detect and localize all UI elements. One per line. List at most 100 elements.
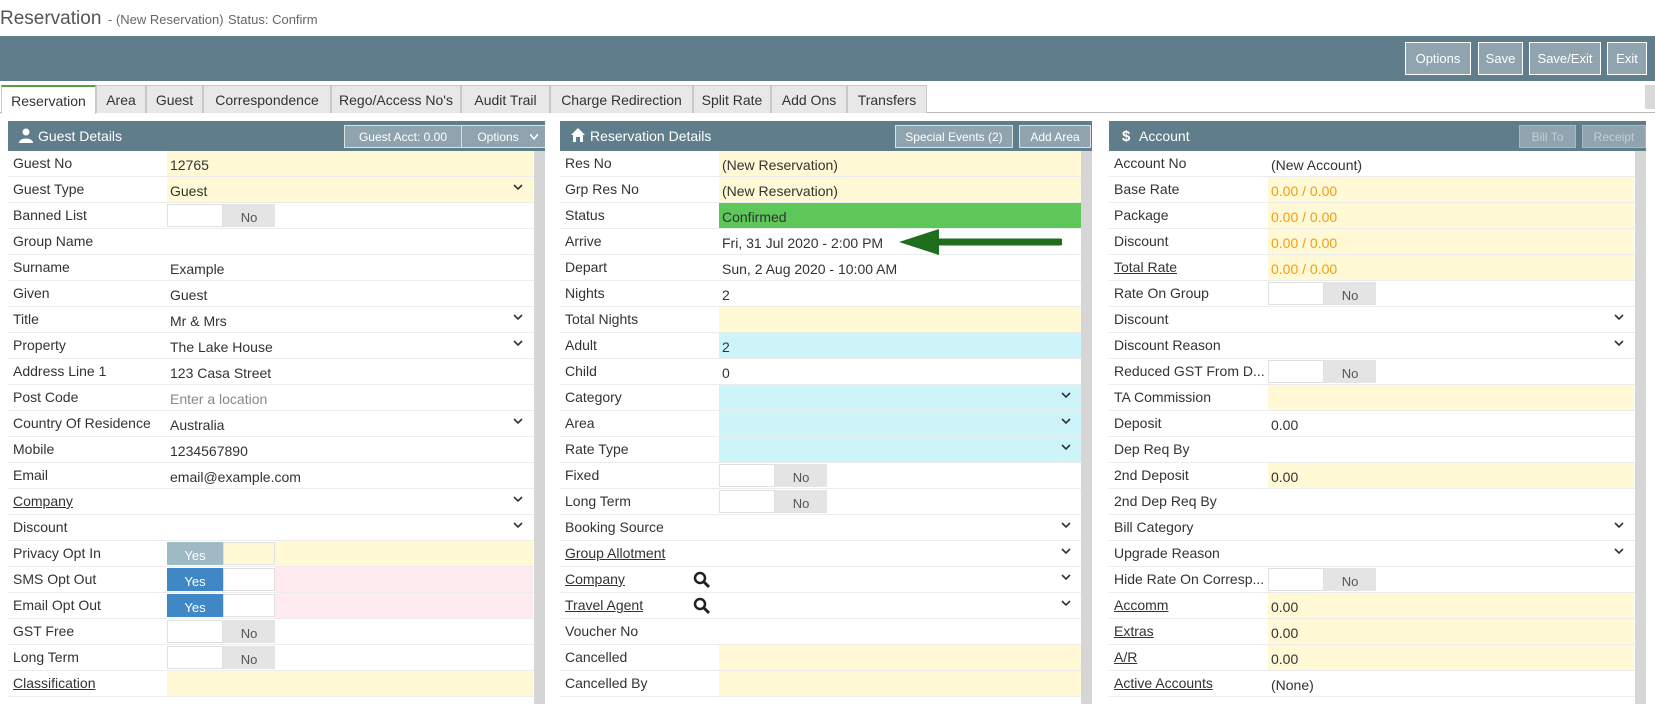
- field-label[interactable]: Accomm: [1114, 597, 1264, 613]
- save-button[interactable]: Save: [1478, 42, 1523, 75]
- field-value-depart[interactable]: Sun, 2 Aug 2020 - 10:00 AM: [719, 255, 1081, 280]
- field-value-dep-req-by[interactable]: [1268, 437, 1634, 462]
- field-value-group-allotment[interactable]: [719, 541, 1081, 566]
- toggle-switch[interactable]: No: [1268, 282, 1376, 306]
- field-value-discount-reason[interactable]: [1268, 333, 1634, 358]
- field-value-cancelled[interactable]: [719, 645, 1081, 670]
- field-value-travel-agent[interactable]: [719, 593, 1081, 618]
- tab-add-ons[interactable]: Add Ons: [771, 85, 847, 113]
- field-value-nights[interactable]: 2: [719, 281, 1081, 306]
- tab-split-rate[interactable]: Split Rate: [693, 85, 771, 113]
- toggle-switch[interactable]: No: [719, 490, 827, 514]
- tab-transfers[interactable]: Transfers: [847, 85, 927, 113]
- account-scrollbar[interactable]: [1635, 151, 1646, 704]
- field-value-total-nights[interactable]: [719, 307, 1081, 332]
- field-value-package[interactable]: 0.00 / 0.00: [1268, 203, 1634, 228]
- toggle-switch[interactable]: No: [1268, 360, 1376, 384]
- field-value-extras[interactable]: 0.00: [1268, 619, 1634, 644]
- field-value-category[interactable]: [719, 385, 1081, 410]
- toggle-switch[interactable]: No: [719, 464, 827, 488]
- field-value-ta-commission[interactable]: [1268, 385, 1634, 410]
- search-icon[interactable]: [693, 571, 711, 589]
- field-value-guest-type[interactable]: Guest: [167, 177, 533, 202]
- tab-reservation[interactable]: Reservation: [1, 85, 96, 114]
- field-value-grp-res-no[interactable]: (New Reservation): [719, 177, 1081, 202]
- field-label[interactable]: Active Accounts: [1114, 675, 1264, 691]
- tab-guest[interactable]: Guest: [146, 85, 203, 113]
- toggle-switch[interactable]: No: [167, 646, 275, 670]
- field-value-post-code[interactable]: Enter a location: [167, 385, 533, 410]
- field-value-a-r[interactable]: 0.00: [1268, 645, 1634, 670]
- field-value-2nd-deposit[interactable]: 0.00: [1268, 463, 1634, 488]
- field-label[interactable]: Classification: [13, 675, 163, 691]
- field-value-group-name[interactable]: [167, 229, 533, 254]
- toggle-switch[interactable]: Yes: [167, 542, 275, 566]
- field-value-account-no[interactable]: (New Account): [1268, 151, 1634, 176]
- field-value-discount[interactable]: [1268, 307, 1634, 332]
- toggle-switch[interactable]: Yes: [167, 568, 275, 592]
- field-value-country-of-residence[interactable]: Australia: [167, 411, 533, 436]
- field-value-upgrade-reason[interactable]: [1268, 541, 1634, 566]
- field-value-base-rate[interactable]: 0.00 / 0.00: [1268, 177, 1634, 202]
- tab-charge-redirection[interactable]: Charge Redirection: [550, 85, 693, 113]
- tab-correspondence[interactable]: Correspondence: [203, 85, 331, 113]
- field-value-bill-category[interactable]: [1268, 515, 1634, 540]
- toggle-switch[interactable]: No: [1268, 568, 1376, 592]
- toggle-switch[interactable]: No: [167, 620, 275, 644]
- field-label[interactable]: Company: [13, 493, 163, 509]
- field-label: Surname: [13, 259, 70, 275]
- toggle-switch[interactable]: No: [167, 204, 275, 228]
- field-value-property[interactable]: The Lake House: [167, 333, 533, 358]
- field-row-2nd-deposit: 2nd Deposit 0.00: [1109, 463, 1646, 489]
- field-value-accomm[interactable]: 0.00: [1268, 593, 1634, 618]
- field-value-company[interactable]: [719, 567, 1081, 592]
- field-value-2nd-dep-req-by[interactable]: [1268, 489, 1634, 514]
- search-icon[interactable]: [693, 597, 711, 615]
- field-value-discount[interactable]: 0.00 / 0.00: [1268, 229, 1634, 254]
- field-value-given[interactable]: Guest: [167, 281, 533, 306]
- field-label[interactable]: Extras: [1114, 623, 1264, 639]
- field-label[interactable]: Total Rate: [1114, 259, 1264, 275]
- field-value-address-line-1[interactable]: 123 Casa Street: [167, 359, 533, 384]
- field-value-company[interactable]: [167, 489, 533, 514]
- field-value-booking-source[interactable]: [719, 515, 1081, 540]
- field-value-adult[interactable]: 2: [719, 333, 1081, 358]
- field-row-email-opt-out: Email Opt Out Yes: [8, 593, 545, 619]
- exit-button[interactable]: Exit: [1607, 42, 1647, 75]
- field-row-total-nights: Total Nights: [560, 307, 1092, 333]
- field-value-area[interactable]: [719, 411, 1081, 436]
- field-value-classification[interactable]: [167, 671, 533, 696]
- field-value-cancelled-by[interactable]: [719, 671, 1081, 696]
- field-value-status[interactable]: Confirmed: [719, 203, 1081, 228]
- field-value-discount[interactable]: [167, 515, 533, 540]
- field-value-child[interactable]: 0: [719, 359, 1081, 384]
- toggle-switch[interactable]: Yes: [167, 594, 275, 618]
- add-area-button[interactable]: Add Area: [1019, 125, 1091, 148]
- field-value-total-rate[interactable]: 0.00 / 0.00: [1268, 255, 1634, 280]
- guest-options-button[interactable]: Options: [461, 125, 545, 148]
- tab-area[interactable]: Area: [96, 85, 146, 113]
- receipt-button[interactable]: Receipt: [1582, 125, 1646, 148]
- field-value-guest-no[interactable]: 12765: [167, 151, 533, 176]
- field-value-res-no[interactable]: (New Reservation): [719, 151, 1081, 176]
- special-events-button[interactable]: Special Events (2): [895, 125, 1013, 148]
- save-exit-button[interactable]: Save/Exit: [1529, 42, 1601, 75]
- guest-acct-button[interactable]: Guest Acct: 0.00: [344, 125, 462, 148]
- field-value-surname[interactable]: Example: [167, 255, 533, 280]
- field-value-voucher-no[interactable]: [719, 619, 1081, 644]
- tab-rego-access[interactable]: Rego/Access No's: [331, 85, 461, 113]
- field-value-title[interactable]: Mr & Mrs: [167, 307, 533, 332]
- field-value-email[interactable]: email@example.com: [167, 463, 533, 488]
- field-value-active-accounts[interactable]: (None): [1268, 671, 1634, 696]
- reservation-scrollbar[interactable]: [1081, 151, 1092, 704]
- field-label[interactable]: A/R: [1114, 649, 1264, 665]
- bill-to-button[interactable]: Bill To: [1519, 125, 1576, 148]
- field-value-rate-type[interactable]: [719, 437, 1081, 462]
- field-value-mobile[interactable]: 1234567890: [167, 437, 533, 462]
- guest-scrollbar[interactable]: [534, 151, 545, 704]
- options-button[interactable]: Options: [1405, 42, 1471, 75]
- tab-audit-trail[interactable]: Audit Trail: [461, 85, 550, 113]
- field-label[interactable]: Group Allotment: [565, 545, 715, 561]
- page-scrollbar[interactable]: [1645, 85, 1655, 109]
- field-value-deposit[interactable]: 0.00: [1268, 411, 1634, 436]
